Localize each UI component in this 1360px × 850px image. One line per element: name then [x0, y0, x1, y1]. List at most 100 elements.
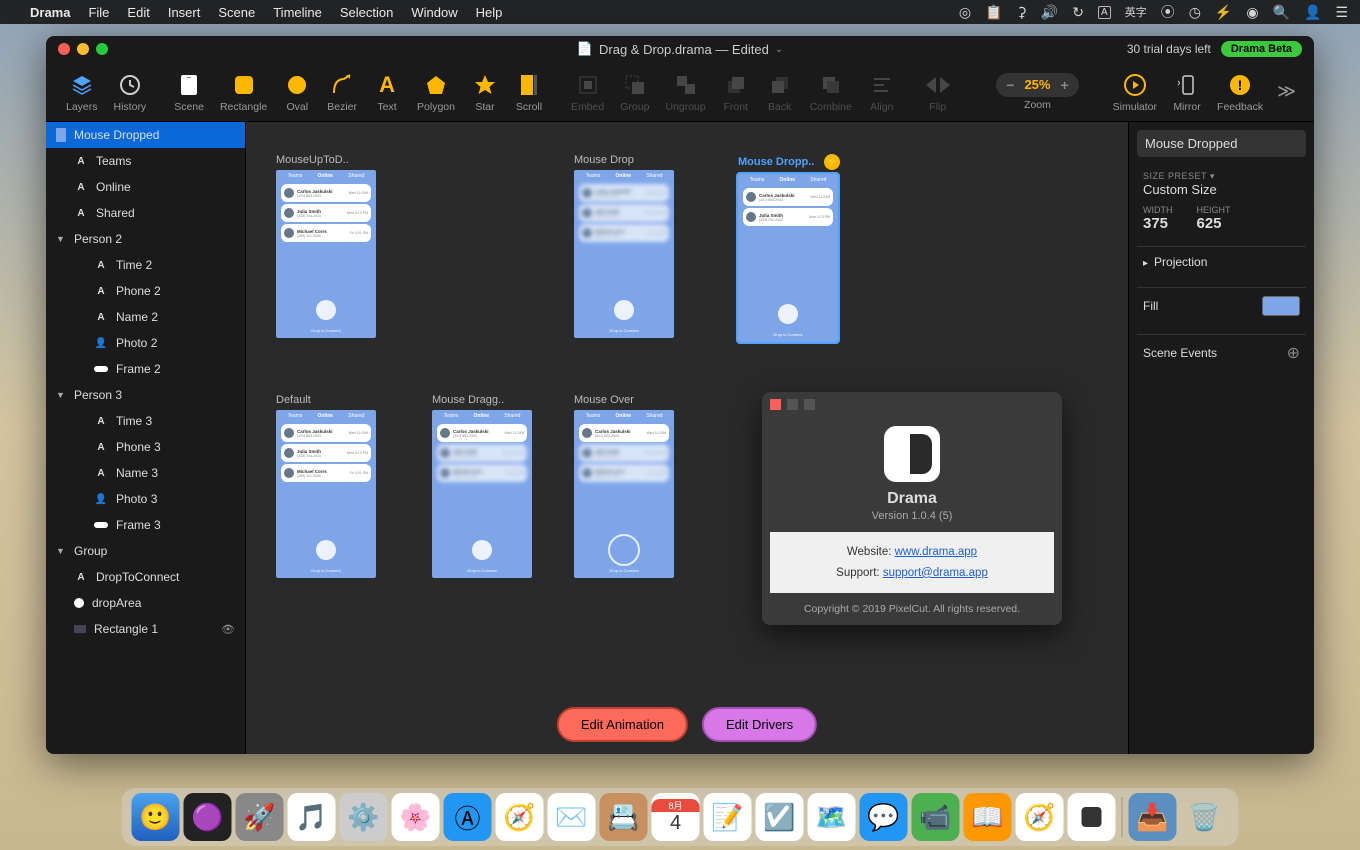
dock-safari2[interactable]: 🧭 — [1016, 793, 1064, 841]
dock-messages[interactable]: 💬 — [860, 793, 908, 841]
edit-animation-button[interactable]: Edit Animation — [557, 707, 688, 742]
edit-drivers-button[interactable]: Edit Drivers — [702, 707, 817, 742]
layer-item[interactable]: Mouse Dropped — [46, 122, 245, 148]
scene-default[interactable]: DefaultTeamsOnlineSharedCarlos Jaskulski… — [276, 394, 376, 578]
wifi-icon[interactable]: ⦿ — [1161, 2, 1175, 22]
layer-item[interactable]: ATime 3 — [46, 408, 245, 434]
tool-bezier[interactable]: Bezier — [319, 71, 365, 113]
layer-item[interactable]: ▼Group — [46, 538, 245, 564]
clipboard-icon[interactable]: 📋 — [985, 4, 1002, 21]
scene-artboard[interactable]: TeamsOnlineSharedCarlos Jaskulski(321) 8… — [574, 170, 674, 338]
tool-polygon[interactable]: Polygon — [409, 71, 463, 113]
width-value[interactable]: 375 — [1143, 215, 1173, 232]
layer-item[interactable]: AOnline — [46, 174, 245, 200]
tool-rectangle[interactable]: Rectangle — [212, 71, 275, 113]
tool-history[interactable]: History — [106, 71, 155, 113]
scene-artboard[interactable]: TeamsOnlineSharedCarlos Jaskulski(321) 8… — [276, 170, 376, 338]
layer-item[interactable]: AName 2 — [46, 304, 245, 330]
tool-back[interactable]: Back — [758, 71, 802, 113]
dock-drama[interactable] — [1068, 793, 1116, 841]
dock-reminders[interactable]: ☑️ — [756, 793, 804, 841]
scene-events-row[interactable]: Scene Events⊕ — [1137, 334, 1306, 371]
scene-mouseover[interactable]: Mouse Over TeamsOnlineSharedCarlos Jaskul… — [574, 394, 674, 578]
support-link[interactable]: support@drama.app — [883, 567, 988, 579]
dock-contacts[interactable]: 📇 — [600, 793, 648, 841]
menu-edit[interactable]: Edit — [127, 5, 149, 20]
tool-front[interactable]: Front — [714, 71, 758, 113]
size-preset-value[interactable]: Custom Size — [1143, 182, 1300, 197]
close-button[interactable] — [58, 43, 70, 55]
dock-books[interactable]: 📖 — [964, 793, 1012, 841]
dock-facetime[interactable]: 📹 — [912, 793, 960, 841]
layer-item[interactable]: AShared — [46, 200, 245, 226]
layer-item[interactable]: AName 3 — [46, 460, 245, 486]
app-name[interactable]: Drama — [30, 5, 70, 20]
beta-badge[interactable]: Drama Beta — [1221, 41, 1302, 57]
scene-artboard[interactable]: TeamsOnlineSharedCarlos Jaskulski(321) 8… — [738, 174, 838, 342]
tool-combine[interactable]: Combine — [802, 71, 860, 113]
dock-music[interactable]: 🎵 — [288, 793, 336, 841]
timemachine-icon[interactable]: ↻ — [1072, 4, 1084, 21]
scene-mousedrop[interactable]: Mouse Drop TeamsOnlineSharedCarlos Jaskul… — [574, 154, 674, 338]
status-icon[interactable]: ◎ — [959, 4, 971, 21]
scene-label[interactable]: Mouse Over — [574, 394, 674, 406]
zoom-out-button[interactable]: − — [1006, 77, 1014, 93]
layer-item[interactable]: Frame 2 — [46, 356, 245, 382]
tool-embed[interactable]: Embed — [563, 71, 612, 113]
tool-simulator[interactable]: Simulator — [1105, 71, 1165, 113]
dock-launchpad[interactable]: 🚀 — [236, 793, 284, 841]
tool-flip[interactable]: Flip — [916, 71, 960, 113]
input-icon[interactable]: A — [1098, 6, 1111, 19]
layer-item[interactable]: ▼Person 3 — [46, 382, 245, 408]
control-icon[interactable]: ☰ — [1335, 4, 1348, 21]
bluetooth-icon[interactable]: ⚳ — [1017, 4, 1027, 21]
dock-maps[interactable]: 🗺️ — [808, 793, 856, 841]
projection-row[interactable]: ▸Projection — [1137, 246, 1306, 277]
add-event-button[interactable]: ⊕ — [1287, 343, 1300, 363]
menu-selection[interactable]: Selection — [340, 5, 393, 20]
layer-item[interactable]: APhone 2 — [46, 278, 245, 304]
tool-ungroup[interactable]: Ungroup — [657, 71, 713, 113]
zoom-value[interactable]: 25% — [1024, 77, 1050, 92]
scene-label[interactable]: Mouse Drop — [574, 154, 674, 166]
scene-mousedropped[interactable]: Mouse Dropp..⚡TeamsOnlineSharedCarlos Ja… — [738, 154, 840, 342]
dock-mail[interactable]: ✉️ — [548, 793, 596, 841]
layer-item[interactable]: dropArea — [46, 590, 245, 616]
tool-text[interactable]: AText — [365, 71, 409, 113]
layer-item[interactable]: ATeams — [46, 148, 245, 174]
spotlight-icon[interactable]: 🔍 — [1273, 4, 1290, 21]
menu-file[interactable]: File — [88, 5, 109, 20]
zoom-in-button[interactable]: + — [1060, 77, 1068, 93]
layer-item[interactable]: Frame 3 — [46, 512, 245, 538]
layer-item[interactable]: Rectangle 1👁 — [46, 616, 245, 642]
toolbar-overflow[interactable]: ≫ — [1271, 81, 1302, 102]
scene-label[interactable]: Default — [276, 394, 376, 406]
menu-help[interactable]: Help — [476, 5, 503, 20]
minimize-button[interactable] — [77, 43, 89, 55]
website-link[interactable]: www.drama.app — [895, 546, 977, 558]
volume-icon[interactable]: 🔊 — [1041, 4, 1058, 21]
layer-item[interactable]: ▼Person 2 — [46, 226, 245, 252]
tool-mirror[interactable]: Mirror — [1165, 71, 1209, 113]
fill-row[interactable]: Fill — [1137, 287, 1306, 324]
dock-appstore[interactable]: Ⓐ — [444, 793, 492, 841]
window-title[interactable]: 📄 Drag & Drop.drama — Edited ⌄ — [577, 41, 783, 57]
tool-scene[interactable]: Scene — [166, 71, 212, 113]
scene-label[interactable]: MouseUpToD.. — [276, 154, 376, 166]
menu-insert[interactable]: Insert — [168, 5, 201, 20]
layer-item[interactable]: 👤Photo 2 — [46, 330, 245, 356]
about-close-button[interactable] — [770, 399, 781, 410]
height-value[interactable]: 625 — [1197, 215, 1231, 232]
scene-artboard[interactable]: TeamsOnlineSharedCarlos Jaskulski(321) 8… — [432, 410, 532, 578]
dock-downloads[interactable]: 📥 — [1129, 793, 1177, 841]
scene-mousedragg[interactable]: Mouse Dragg..TeamsOnlineSharedCarlos Jas… — [432, 394, 532, 578]
layer-item[interactable]: APhone 3 — [46, 434, 245, 460]
battery-icon[interactable]: ⚡ — [1215, 4, 1232, 21]
siri-icon[interactable]: ◉ — [1246, 4, 1258, 21]
tool-star[interactable]: Star — [463, 71, 507, 113]
layer-item[interactable]: ADropToConnect — [46, 564, 245, 590]
scene-mouseup[interactable]: MouseUpToD.. TeamsOnlineSharedCarlos Jask… — [276, 154, 376, 338]
menu-scene[interactable]: Scene — [218, 5, 255, 20]
user-icon[interactable]: 👤 — [1304, 4, 1321, 21]
scene-artboard[interactable]: TeamsOnlineSharedCarlos Jaskulski(321) 8… — [574, 410, 674, 578]
